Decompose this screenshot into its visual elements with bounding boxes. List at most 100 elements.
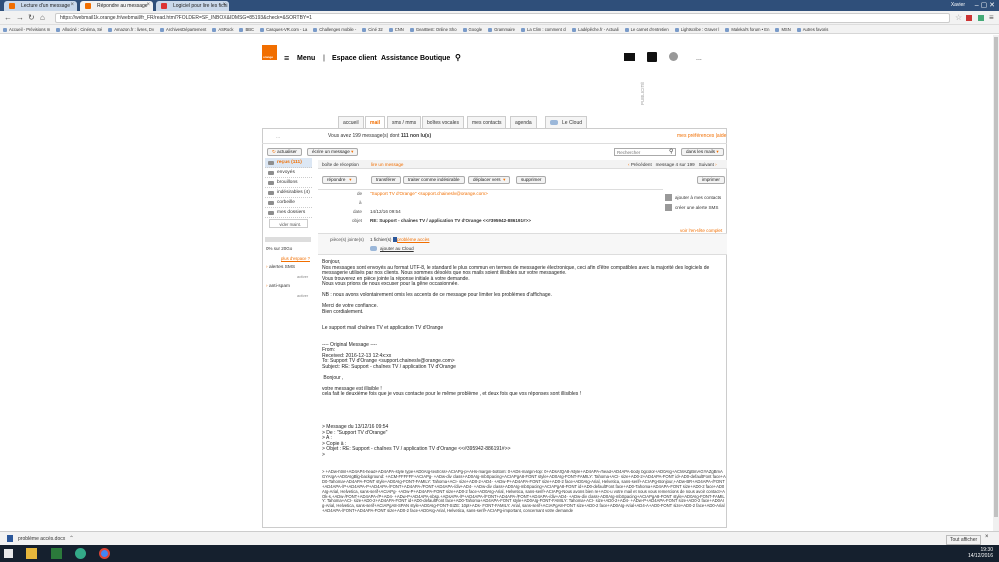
bookmark-item[interactable]: Allociné : Cinéma, Sé — [56, 27, 102, 32]
folder-trash[interactable]: corbeille — [265, 198, 312, 208]
tab-cloud[interactable]: Le Cloud — [545, 116, 588, 128]
previous-link[interactable]: Précédent — [631, 162, 652, 167]
mark-spam-button[interactable]: traiter comme indésirable — [403, 176, 465, 184]
menu-icon[interactable]: ≡ — [989, 14, 994, 22]
bookmark-item[interactable]: Le carnet d'entretien — [625, 27, 669, 32]
empty-trash-button[interactable]: vider maint. — [269, 219, 308, 228]
close-icon[interactable]: × — [222, 2, 226, 8]
from-value[interactable]: "Support TV d'Orange" <support.chaineslv… — [370, 191, 488, 196]
nav-assistance[interactable]: Assistance — [381, 55, 418, 62]
search-scope-select[interactable]: dans les mails ▾ — [681, 148, 724, 156]
chrome-icon[interactable] — [99, 548, 110, 559]
bookmark-item[interactable]: Ciné 32 — [362, 27, 382, 32]
add-contact-link[interactable]: ajouter à mes contacts — [675, 195, 721, 200]
sms-alerts-link[interactable]: › alertes SMS — [266, 265, 295, 270]
attachment-link[interactable]: problème accès — [397, 237, 429, 242]
delete-button[interactable]: supprimer — [516, 176, 547, 184]
close-icon[interactable]: × — [146, 2, 150, 8]
antispam-activate-link[interactable]: activer — [297, 294, 308, 298]
tab-mail[interactable]: mail — [365, 116, 386, 128]
next-link[interactable]: Suivant — [699, 162, 714, 167]
preferences-link[interactable]: mes préférences |aide — [677, 133, 726, 139]
back-arrow-icon[interactable]: ← — [4, 14, 12, 22]
bookmark-item[interactable]: BBC — [239, 27, 254, 32]
save-to-cloud-link[interactable]: ajouter au Cloud — [380, 246, 414, 251]
folder-drafts[interactable]: brouillons — [265, 178, 312, 188]
edge-icon[interactable] — [75, 548, 86, 559]
next-icon[interactable]: › — [715, 162, 717, 167]
previous-icon[interactable]: ‹ — [628, 162, 630, 167]
extension-icon[interactable] — [966, 15, 972, 21]
bookmark-item[interactable]: CNN — [389, 27, 404, 32]
tab-sms[interactable]: sms / mms — [387, 116, 422, 128]
forward-button[interactable]: transférer — [371, 176, 401, 184]
bookmark-item[interactable]: Ladépêche.fr - Actuali — [572, 27, 619, 32]
folder-sent[interactable]: envoyés — [265, 168, 312, 178]
bookmark-item[interactable]: Grammaire — [488, 27, 515, 32]
reply-button[interactable]: répondre ▾ — [322, 176, 357, 184]
nav-espace-client[interactable]: Espace client — [332, 55, 377, 62]
tab-contacts[interactable]: mes contacts — [467, 116, 507, 128]
bookmark-item[interactable]: GearBest: Online Sho — [410, 27, 457, 32]
browser-tab-2[interactable]: Répondre au message × — [80, 1, 153, 11]
folder-inbox[interactable]: reçus (111) — [265, 158, 312, 168]
bookmark-item[interactable]: ASRock — [212, 27, 233, 32]
search-input[interactable] — [614, 148, 676, 156]
sms-alert-link[interactable]: créer une alerte SMS — [675, 205, 718, 210]
home-icon[interactable]: ⌂ — [40, 14, 45, 22]
clock[interactable]: 19:30 14/12/2016 — [968, 547, 993, 559]
reload-icon[interactable]: ↻ — [28, 14, 35, 22]
move-to-button[interactable]: déplacer vers ▾ — [468, 176, 511, 184]
menu-icon[interactable]: ≡ — [284, 53, 289, 63]
close-icon[interactable]: × — [985, 534, 989, 540]
bookmark-item[interactable]: Casques-VR.com - La — [260, 27, 307, 32]
more-space-link[interactable]: plus d'espace ? — [281, 256, 310, 261]
forward-arrow-icon[interactable]: → — [16, 14, 24, 22]
scrollbar-thumb[interactable] — [994, 37, 998, 517]
windows-start-icon[interactable] — [4, 549, 13, 558]
extension-icon[interactable] — [978, 15, 984, 21]
browser-tab-3[interactable]: Logiciel pour lire les fichi × — [156, 1, 229, 11]
orange-logo[interactable]: orange — [262, 45, 277, 60]
file-explorer-icon[interactable] — [26, 548, 37, 559]
bookmark-item[interactable]: Amazon.fr : livres, Dv — [108, 27, 154, 32]
show-all-button[interactable]: Tout afficher — [946, 535, 982, 545]
search-icon[interactable]: ⚲ — [669, 148, 673, 155]
address-bar[interactable]: https://webmail1k.orange.fr/webmail/fr_F… — [55, 13, 950, 23]
close-icon[interactable]: × — [70, 2, 74, 8]
antispam-link[interactable]: › anti-spam — [266, 284, 290, 289]
bookmark-item[interactable]: ArchivesDépartement — [160, 27, 206, 32]
bookmark-item[interactable]: Google — [463, 27, 483, 32]
avatar[interactable] — [669, 52, 678, 61]
tab-voicemail[interactable]: boîtes vocales — [422, 116, 464, 128]
download-file-name[interactable]: problème accès.docx — [18, 536, 65, 542]
menu-button[interactable]: Menu — [297, 55, 315, 62]
compose-button[interactable]: écrire un message ▾ — [307, 148, 359, 156]
print-button[interactable]: imprimer — [697, 176, 725, 184]
bookmark-item[interactable]: Lightscribe : Graver l — [675, 27, 720, 32]
bookmark-item[interactable]: La Clim : comment cl — [521, 27, 566, 32]
tab-agenda[interactable]: agenda — [510, 116, 537, 128]
chevron-up-icon[interactable]: ⌃ — [69, 535, 74, 542]
refresh-button[interactable]: ↻ actualiser — [267, 148, 302, 156]
window-controls[interactable]: – ▢ ✕ — [975, 1, 995, 9]
folder-my-folders[interactable]: mes dossiers — [265, 208, 312, 218]
page-scrollbar[interactable] — [993, 35, 999, 531]
browser-tab-1[interactable]: Lecture d'un message × — [4, 1, 77, 11]
bookmark-item[interactable]: Autres favoris — [797, 27, 829, 32]
bookmark-item[interactable]: MSN — [775, 27, 790, 32]
mail-icon[interactable] — [624, 53, 635, 61]
search-icon[interactable]: ⚲ — [455, 53, 461, 62]
bookmark-item[interactable]: Malekal's forum • En — [725, 27, 769, 32]
nav-boutique[interactable]: Boutique — [420, 55, 450, 62]
more-icon[interactable]: ... — [696, 55, 702, 62]
bookmark-item[interactable]: Challenges mobile - — [313, 27, 356, 32]
folder-spam[interactable]: indésirables (4) — [265, 188, 312, 198]
tab-accueil[interactable]: accueil — [338, 116, 364, 128]
store-icon[interactable] — [51, 548, 62, 559]
sms-activate-link[interactable]: activer — [297, 275, 308, 279]
bookmark-item[interactable]: Accueil - Prévisions m — [3, 27, 50, 32]
basket-icon[interactable] — [647, 52, 657, 62]
star-icon[interactable]: ☆ — [955, 14, 962, 22]
profile-name[interactable]: Xavier — [951, 2, 965, 8]
